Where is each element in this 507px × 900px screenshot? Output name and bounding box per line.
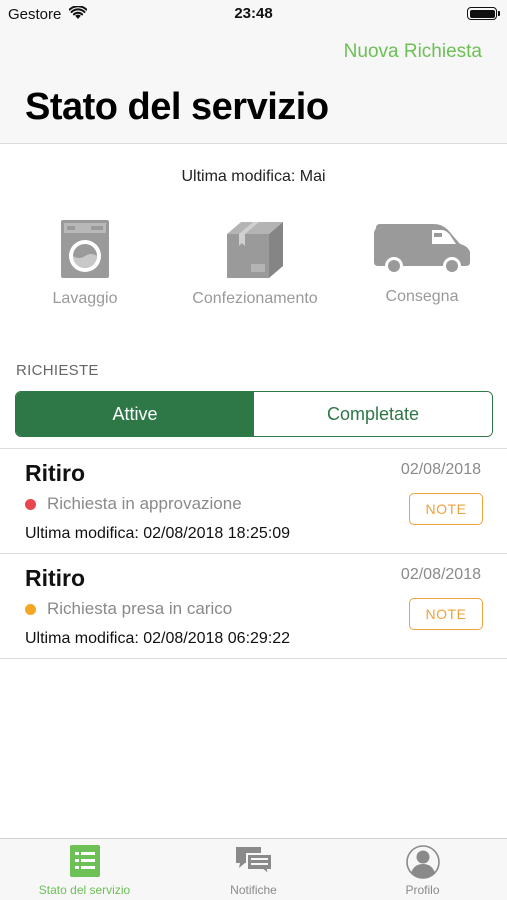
request-row[interactable]: Ritiro 02/08/2018 Richiesta in approvazi… bbox=[0, 449, 507, 554]
stage-washing: Lavaggio bbox=[35, 220, 135, 308]
battery-icon bbox=[467, 7, 500, 20]
tab-label: Stato del servizio bbox=[38, 883, 131, 897]
chat-bubbles-icon bbox=[235, 847, 273, 877]
request-last-modified: Ultima modifica: 02/08/2018 18:25:09 bbox=[25, 525, 291, 542]
washing-machine-icon bbox=[61, 220, 109, 278]
new-request-button[interactable]: Nuova Richiesta bbox=[344, 41, 482, 63]
request-row[interactable]: Ritiro 02/08/2018 Richiesta presa in car… bbox=[0, 554, 507, 659]
stage-label: Consegna bbox=[385, 288, 459, 305]
tab-profile[interactable]: Profilo bbox=[338, 839, 507, 900]
page-title: Stato del servizio bbox=[25, 86, 329, 128]
last-modified-text: Ultima modifica: Mai bbox=[181, 168, 326, 185]
stage-label: Lavaggio bbox=[52, 290, 118, 307]
tab-label: Profilo bbox=[405, 883, 440, 897]
note-button[interactable]: NOTE bbox=[409, 598, 483, 630]
navigation-header: Nuova Richiesta Stato del servizio bbox=[0, 28, 507, 144]
request-status-text: Richiesta presa in carico bbox=[47, 599, 233, 618]
van-icon bbox=[374, 224, 470, 275]
segment-active[interactable]: Attive bbox=[16, 392, 254, 436]
request-date: 02/08/2018 bbox=[400, 461, 481, 478]
requests-section-label: RICHIESTE bbox=[16, 362, 99, 379]
segment-completed[interactable]: Completate bbox=[254, 392, 492, 436]
request-title: Ritiro bbox=[25, 565, 86, 591]
status-dot-icon bbox=[25, 498, 36, 510]
request-last-modified: Ultima modifica: 02/08/2018 06:29:22 bbox=[25, 630, 291, 647]
request-status: Richiesta in approvazione bbox=[25, 494, 242, 514]
stage-label: Confezionamento bbox=[192, 290, 318, 307]
tab-notifications[interactable]: Notifiche bbox=[169, 839, 338, 900]
tab-service-status[interactable]: Stato del servizio bbox=[0, 839, 169, 900]
request-title: Ritiro bbox=[25, 460, 86, 486]
requests-segmented-control: Attive Completate bbox=[15, 391, 493, 437]
request-status: Richiesta presa in carico bbox=[25, 599, 232, 619]
stage-packaging: Confezionamento bbox=[175, 220, 335, 308]
tab-label: Notifiche bbox=[230, 883, 277, 897]
status-bar: Gestore 23:48 bbox=[0, 0, 507, 28]
box-icon bbox=[227, 222, 283, 278]
tab-bar: Stato del servizio Notifiche Profilo bbox=[0, 838, 507, 900]
status-dot-icon bbox=[25, 603, 36, 615]
user-icon bbox=[405, 845, 440, 879]
requests-list: Ritiro 02/08/2018 Richiesta in approvazi… bbox=[0, 448, 507, 659]
request-status-text: Richiesta in approvazione bbox=[47, 494, 242, 513]
stage-delivery: Consegna bbox=[362, 220, 482, 306]
clock: 23:48 bbox=[234, 5, 273, 22]
note-button[interactable]: NOTE bbox=[409, 493, 483, 525]
list-icon bbox=[69, 845, 100, 877]
request-date: 02/08/2018 bbox=[400, 566, 481, 583]
